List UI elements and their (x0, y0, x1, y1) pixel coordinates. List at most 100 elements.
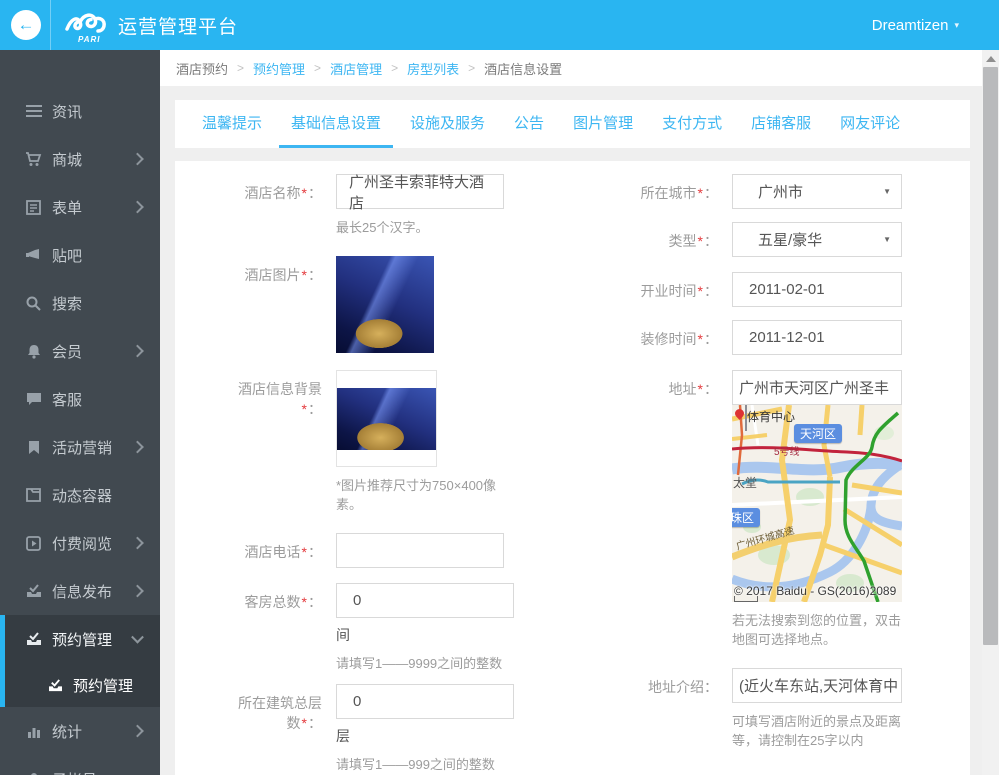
hotel-image-row: 酒店图片*： (189, 256, 434, 353)
sidebar-item-mall[interactable]: 商城 (0, 135, 160, 183)
map-district-badge: 天河区 (794, 424, 843, 443)
hotel-photo-thumbnail[interactable] (336, 256, 434, 353)
room-total-unit: 间 (336, 627, 350, 643)
breadcrumb-item[interactable]: 预约管理 (253, 59, 305, 78)
sidebar-item-container[interactable]: 动态容器 (0, 471, 160, 519)
sidebar-item-search[interactable]: 搜索 (0, 279, 160, 327)
sidebar-item-members[interactable]: 会员 (0, 327, 160, 375)
hotel-background-thumbnail[interactable] (336, 370, 437, 467)
floor-total-input[interactable]: 0 (336, 684, 514, 719)
select-caret-icon: ▼ (883, 187, 891, 196)
tab-reviews[interactable]: 网友评论 (828, 100, 912, 148)
room-total-label: 客房总数*： (244, 594, 322, 610)
renovation-date-label: 装修时间*： (640, 331, 718, 347)
breadcrumb-item-current: 酒店信息设置 (484, 61, 563, 77)
floor-total-hint: 请填写1——999之间的整数 (336, 757, 495, 772)
scroll-up-arrow-icon[interactable] (986, 56, 996, 62)
open-date-input[interactable]: 2011-02-01 (732, 272, 902, 307)
tab-bar: 温馨提示 基础信息设置 设施及服务 公告 图片管理 支付方式 店铺客服 网友评论 (175, 100, 970, 148)
sidebar-item-tieba[interactable]: 贴吧 (0, 231, 160, 279)
room-total-input[interactable]: 0 (336, 583, 514, 618)
play-square-icon (25, 535, 42, 552)
chevron-right-icon (131, 440, 144, 454)
tab-basic-info[interactable]: 基础信息设置 (279, 100, 394, 148)
sidebar-item-marketing[interactable]: 活动营销 (0, 423, 160, 471)
renovation-date-input[interactable]: 2011-12-01 (732, 320, 902, 355)
room-total-row: 客房总数*： 0 间 请填写1——9999之间的整数 (189, 583, 521, 673)
sidebar-item-stats[interactable]: 统计 (0, 707, 160, 755)
open-date-label: 开业时间*： (640, 283, 718, 299)
floor-total-unit: 层 (336, 728, 350, 744)
sidebar-active-group: 预约管理 预约管理 (0, 615, 160, 707)
publish-check-icon (25, 583, 42, 600)
hotel-name-label: 酒店名称*： (244, 185, 322, 201)
sidebar-subitem-booking[interactable]: 预约管理 (5, 663, 160, 707)
address-intro-input[interactable]: (近火车东站,天河体育中 (732, 668, 902, 703)
chat-icon (25, 391, 42, 408)
hotel-name-input[interactable]: 广州圣丰索菲特大酒店 (336, 174, 504, 212)
chevron-right-icon (131, 536, 144, 550)
breadcrumb-item[interactable]: 房型列表 (407, 59, 459, 78)
hotel-background-label: 酒店信息背景*： (238, 381, 322, 417)
address-intro-hint: 可填写酒店附近的景点及距离等，请控制在25字以内 (732, 714, 902, 748)
address-intro-label: 地址介绍： (648, 679, 718, 695)
floor-total-row: 所在建筑总层数*： 0 层 请填写1——999之间的整数 (189, 684, 521, 774)
tab-warm-tips[interactable]: 温馨提示 (190, 100, 274, 148)
map-poi-label: 体育中心 (747, 410, 796, 424)
tab-image-management[interactable]: 图片管理 (561, 100, 645, 148)
chevron-right-icon (131, 344, 144, 358)
sidebar-item-publish[interactable]: 信息发布 (0, 567, 160, 615)
back-arrow-icon: ← (17, 15, 35, 34)
chevron-right-icon (131, 152, 144, 166)
address-label: 地址*： (668, 381, 718, 397)
container-icon (25, 487, 42, 504)
app-logo: PARI 运营管理平台 (64, 7, 239, 44)
hotel-type-select[interactable]: 五星/豪华 ▼ (732, 222, 902, 257)
address-intro-row: 地址介绍： (近火车东站,天河体育中 可填写酒店附近的景点及距离等，请控制在25… (604, 668, 908, 750)
vertical-scrollbar[interactable] (982, 50, 999, 775)
sidebar-item-booking[interactable]: 预约管理 (5, 615, 160, 663)
sidebar-item-service[interactable]: 客服 (0, 375, 160, 423)
booking-check-icon (48, 677, 64, 693)
breadcrumb-separator: > (391, 61, 399, 75)
logo-swoosh-icon: PARI (64, 7, 112, 44)
open-date-row: 开业时间*： 2011-02-01 (604, 272, 902, 307)
hotel-background-photo (337, 387, 436, 450)
sidebar-item-forms[interactable]: 表单 (0, 183, 160, 231)
map-metro-line-label: 5号线 (774, 447, 800, 458)
city-label: 所在城市*： (640, 185, 718, 201)
tab-shop-service[interactable]: 店铺客服 (739, 100, 823, 148)
breadcrumb-item[interactable]: 酒店管理 (330, 59, 382, 78)
renovation-date-row: 装修时间*： 2011-12-01 (604, 320, 902, 355)
hotel-name-row: 酒店名称*： 广州圣丰索菲特大酒店 最长25个汉字。 (189, 174, 516, 237)
platform-title: 运营管理平台 (118, 16, 239, 38)
chevron-right-icon (131, 584, 144, 598)
hotel-phone-label: 酒店电话*： (244, 544, 322, 560)
back-button[interactable]: ← (11, 10, 41, 40)
hotel-background-row: 酒店信息背景*： *图片推荐尺寸为750×400像素。 (189, 370, 521, 514)
address-input[interactable]: 广州市天河区广州圣丰 (732, 370, 902, 405)
sidebar-item-news[interactable]: 资讯 (0, 87, 160, 135)
breadcrumb-separator: > (468, 61, 476, 75)
tab-payment[interactable]: 支付方式 (650, 100, 734, 148)
user-menu[interactable]: Dreamtizen ▾ (872, 0, 959, 50)
city-select[interactable]: 广州市 ▼ (732, 174, 902, 209)
map-hint: 若无法搜索到您的位置，双击地图可选择地点。 (732, 613, 902, 647)
scrollbar-thumb[interactable] (983, 67, 998, 645)
baidu-map[interactable]: 体育中心 天河区 5号线 太堂 珠区 广州环城高速 © 2017 Baidu -… (732, 405, 902, 602)
booking-check-icon (25, 631, 42, 648)
hotel-type-row: 类型*： 五星/豪华 ▼ (604, 222, 902, 257)
sidebar-item-paid-reading[interactable]: 付费阅览 (0, 519, 160, 567)
sidebar-item-subaccount[interactable]: 子帐号 (0, 755, 160, 775)
user-icon (25, 771, 42, 775)
tab-notice[interactable]: 公告 (502, 100, 556, 148)
map-scale-bar (734, 596, 758, 602)
hotel-phone-input[interactable] (336, 533, 504, 568)
tab-facilities[interactable]: 设施及服务 (398, 100, 497, 148)
map-copyright: © 2017 Baidu - GS(2016)2089 (734, 584, 897, 598)
breadcrumb: 酒店预约 > 预约管理 > 酒店管理 > 房型列表 > 酒店信息设置 (160, 50, 982, 86)
room-total-hint: 请填写1——9999之间的整数 (336, 656, 503, 671)
megaphone-icon (25, 247, 42, 264)
bell-icon (25, 343, 42, 360)
sidebar: 资讯 商城 表单 贴吧 搜索 会员 客服 活动营销 动态容器 付费阅览 信息发布… (0, 50, 160, 775)
